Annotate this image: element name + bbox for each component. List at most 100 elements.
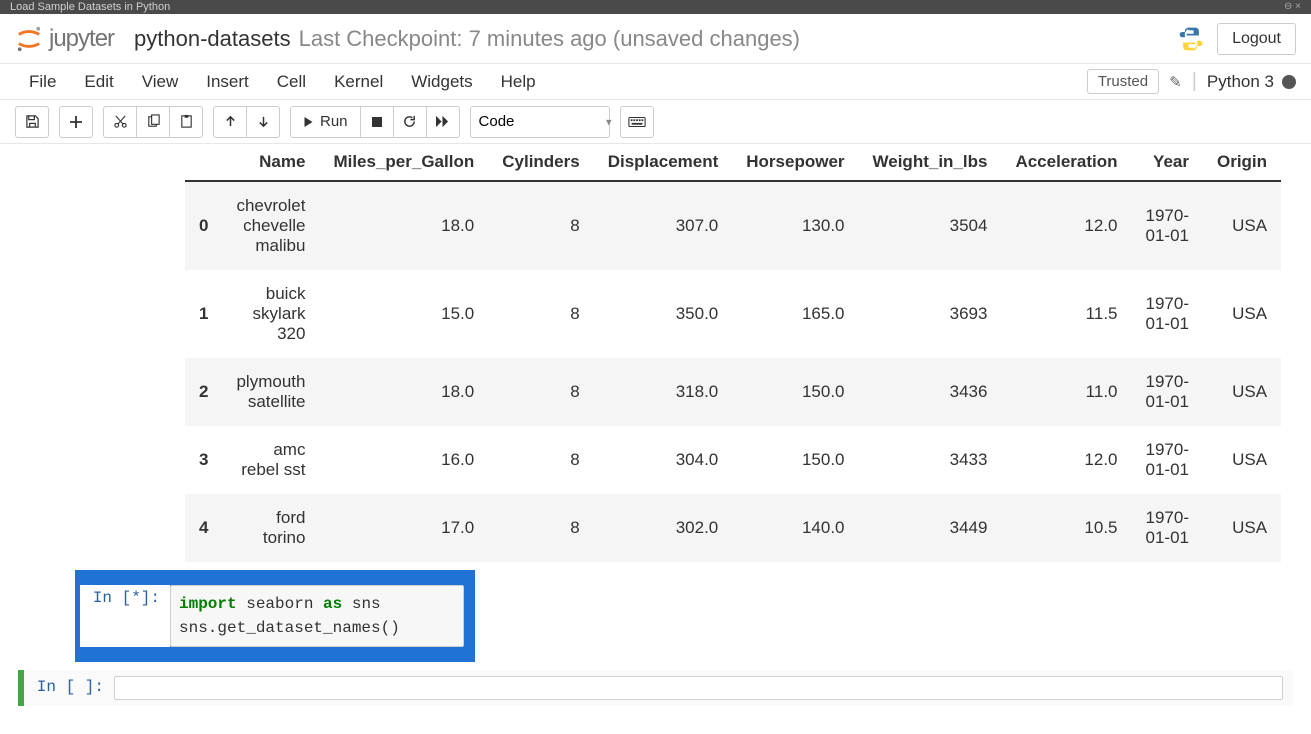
kernel-busy-icon — [1282, 75, 1296, 89]
copy-button[interactable] — [136, 106, 170, 138]
kernel-indicator[interactable]: Python 3 — [1207, 72, 1296, 92]
cell: 140.0 — [732, 494, 858, 562]
table-row: 3amc rebel sst16.08304.0150.0343312.0197… — [185, 426, 1281, 494]
edit-icon[interactable]: ✎ — [1169, 73, 1182, 91]
run-label: Run — [320, 113, 348, 130]
cell: 302.0 — [594, 494, 733, 562]
cell: 350.0 — [594, 270, 733, 358]
cell: 1970-01-01 — [1132, 426, 1203, 494]
notebook-name[interactable]: python-datasets — [134, 26, 291, 52]
cell: 8 — [488, 270, 593, 358]
menu-cell[interactable]: Cell — [263, 66, 320, 98]
cell: USA — [1203, 181, 1281, 270]
jupyter-icon — [15, 26, 43, 52]
cell: 3433 — [859, 426, 1002, 494]
row-index: 2 — [185, 358, 222, 426]
code-cell-running[interactable]: In [*]: import seaborn as sns sns.get_da… — [75, 570, 475, 662]
row-index: 0 — [185, 181, 222, 270]
toolbar: Run Code — [0, 100, 1311, 144]
cell: 12.0 — [1001, 181, 1131, 270]
table-row: 4ford torino17.08302.0140.0344910.51970-… — [185, 494, 1281, 562]
tab-close-icon[interactable]: ⊖ × — [1284, 2, 1301, 12]
cell: 8 — [488, 181, 593, 270]
column-header: Cylinders — [488, 144, 593, 181]
cell: 1970-01-01 — [1132, 181, 1203, 270]
checkpoint-info: Last Checkpoint: 7 minutes ago (unsaved … — [299, 26, 800, 52]
cell: USA — [1203, 426, 1281, 494]
menubar: File Edit View Insert Cell Kernel Widget… — [0, 64, 1311, 100]
run-button[interactable]: Run — [290, 106, 361, 138]
cell: 307.0 — [594, 181, 733, 270]
cell: 16.0 — [319, 426, 488, 494]
cell: USA — [1203, 358, 1281, 426]
cell: amc rebel sst — [222, 426, 319, 494]
dataframe-table: NameMiles_per_GallonCylindersDisplacemen… — [185, 144, 1281, 562]
cell: 150.0 — [732, 426, 858, 494]
cell: 11.0 — [1001, 358, 1131, 426]
column-header: Origin — [1203, 144, 1281, 181]
table-row: 0chevrolet chevelle malibu18.08307.0130.… — [185, 181, 1281, 270]
cell: 3504 — [859, 181, 1002, 270]
cell: 1970-01-01 — [1132, 358, 1203, 426]
cell: 11.5 — [1001, 270, 1131, 358]
cell: 15.0 — [319, 270, 488, 358]
jupyter-text: jupyter — [49, 25, 114, 53]
menu-widgets[interactable]: Widgets — [397, 66, 486, 98]
table-row: 2plymouth satellite18.08318.0150.0343611… — [185, 358, 1281, 426]
add-cell-button[interactable] — [59, 106, 93, 138]
menu-insert[interactable]: Insert — [192, 66, 263, 98]
table-row: 1buick skylark 32015.08350.0165.0369311.… — [185, 270, 1281, 358]
cell: 1970-01-01 — [1132, 270, 1203, 358]
cell: 17.0 — [319, 494, 488, 562]
command-palette-button[interactable] — [620, 106, 654, 138]
restart-run-all-button[interactable] — [426, 106, 460, 138]
cell: plymouth satellite — [222, 358, 319, 426]
menu-file[interactable]: File — [15, 66, 70, 98]
save-button[interactable] — [15, 106, 49, 138]
move-down-button[interactable] — [246, 106, 280, 138]
cell: 12.0 — [1001, 426, 1131, 494]
row-index: 4 — [185, 494, 222, 562]
cell: buick skylark 320 — [222, 270, 319, 358]
column-header: Displacement — [594, 144, 733, 181]
menu-view[interactable]: View — [128, 66, 193, 98]
code-cell-empty[interactable]: In [ ]: — [18, 670, 1293, 706]
cell: 8 — [488, 426, 593, 494]
menu-edit[interactable]: Edit — [70, 66, 127, 98]
menu-kernel[interactable]: Kernel — [320, 66, 397, 98]
kernel-label: Python 3 — [1207, 72, 1274, 92]
interrupt-button[interactable] — [360, 106, 394, 138]
cell: USA — [1203, 270, 1281, 358]
cell: 8 — [488, 358, 593, 426]
row-index: 1 — [185, 270, 222, 358]
cell: 130.0 — [732, 181, 858, 270]
menu-help[interactable]: Help — [487, 66, 550, 98]
code-editor[interactable] — [114, 676, 1283, 700]
divider: | — [1192, 70, 1197, 93]
cell-prompt: In [*]: — [80, 585, 170, 647]
notebook-area: NameMiles_per_GallonCylindersDisplacemen… — [0, 144, 1311, 734]
python-icon — [1177, 25, 1205, 53]
logout-button[interactable]: Logout — [1217, 23, 1296, 55]
cell: 8 — [488, 494, 593, 562]
restart-button[interactable] — [393, 106, 427, 138]
move-up-button[interactable] — [213, 106, 247, 138]
column-header: Miles_per_Gallon — [319, 144, 488, 181]
cell: 3449 — [859, 494, 1002, 562]
celltype-select[interactable]: Code — [470, 106, 610, 138]
column-header — [185, 144, 222, 181]
column-header: Year — [1132, 144, 1203, 181]
cell: 318.0 — [594, 358, 733, 426]
cell: 18.0 — [319, 181, 488, 270]
paste-button[interactable] — [169, 106, 203, 138]
jupyter-logo[interactable]: jupyter — [15, 25, 114, 53]
cell: ford torino — [222, 494, 319, 562]
column-header: Weight_in_lbs — [859, 144, 1002, 181]
cut-button[interactable] — [103, 106, 137, 138]
cell: 304.0 — [594, 426, 733, 494]
column-header: Acceleration — [1001, 144, 1131, 181]
code-editor[interactable]: import seaborn as sns sns.get_dataset_na… — [170, 585, 464, 647]
trusted-badge[interactable]: Trusted — [1087, 69, 1159, 94]
tab-title: Load Sample Datasets in Python — [10, 2, 170, 12]
cell: 10.5 — [1001, 494, 1131, 562]
